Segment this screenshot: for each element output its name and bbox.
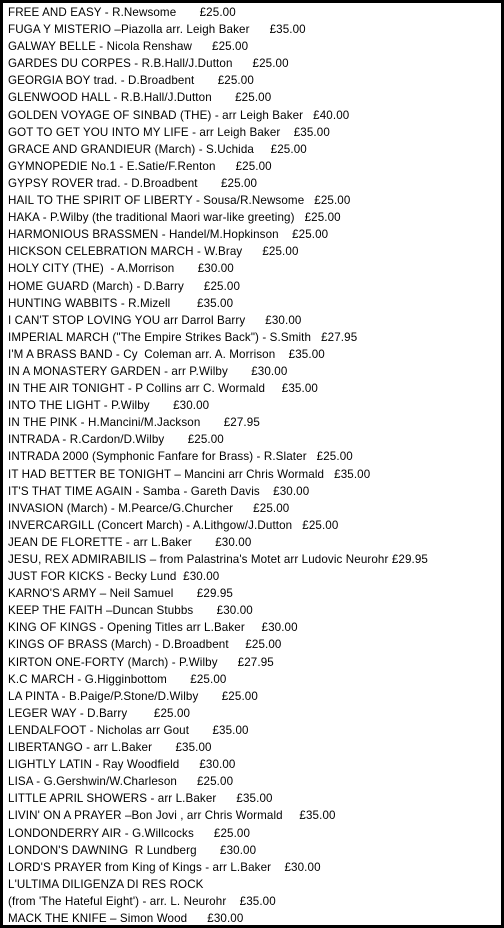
catalogue-entry: HICKSON CELEBRATION MARCH - W.Bray £25.0… (8, 245, 299, 259)
catalogue-entry: INVERCARGILL (Concert March) - A.Lithgow… (8, 518, 339, 532)
catalogue-entry: GLENWOOD HALL - R.B.Hall/J.Dutton £25.00 (8, 91, 272, 105)
catalogue-entry: L'ULTIMA DILIGENZA DI RES ROCK (8, 877, 204, 891)
catalogue-entry: HOLY CITY (THE) - A.Morrison £30.00 (8, 262, 234, 276)
catalogue-entry: LITTLE APRIL SHOWERS - arr L.Baker £35.0… (8, 792, 273, 806)
catalogue-entry: INTRADA - R.Cardon/D.Wilby £25.00 (8, 433, 224, 447)
catalogue-entry: HARMONIOUS BRASSMEN - Handel/M.Hopkinson… (8, 228, 329, 242)
catalogue-entry: INVASION (March) - M.Pearce/G.Churcher £… (8, 501, 290, 515)
catalogue-entry: INTO THE LIGHT - P.Wilby £30.00 (8, 399, 210, 413)
catalogue-entry: LONDONDERRY AIR - G.Willcocks £25.00 (8, 826, 251, 840)
catalogue-entry: JESU, REX ADMIRABILIS – from Palastrina'… (8, 553, 428, 566)
catalogue-entry: LONDON'S DAWNING R Lundberg £30.00 (8, 843, 257, 857)
catalogue-entry: LORD'S PRAYER from King of Kings - arr L… (8, 860, 321, 874)
catalogue-entry: JUST FOR KICKS - Becky Lund £30.00 (8, 570, 220, 584)
catalogue-entry: LIGHTLY LATIN - Ray Woodfield £30.00 (8, 758, 236, 772)
catalogue-entry: LIVIN' ON A PRAYER –Bon Jovi , arr Chris… (8, 809, 336, 823)
catalogue-entry: GEORGIA BOY trad. - D.Broadbent £25.00 (8, 74, 254, 88)
catalogue-entry: IMPERIAL MARCH ("The Empire Strikes Back… (8, 330, 358, 344)
catalogue-entry: HAKA - P.Wilby (the traditional Maori wa… (8, 211, 341, 225)
catalogue-entry: KINGS OF BRASS (March) - D.Broadbent £25… (8, 638, 282, 652)
catalogue-entry: IN THE AIR TONIGHT - P Collins arr C. Wo… (8, 382, 318, 396)
catalogue-entry: I CAN'T STOP LOVING YOU arr Darrol Barry… (8, 313, 302, 327)
catalogue-entry: KARNO'S ARMY – Neil Samuel £29.95 (8, 587, 233, 601)
catalogue-entry: INTRADA 2000 (Symphonic Fanfare for Bras… (8, 450, 353, 464)
catalogue-entry: MACK THE KNIFE – Simon Wood £30.00 (8, 911, 244, 925)
catalogue-entry: IT HAD BETTER BE TONIGHT – Mancini arr C… (8, 467, 371, 481)
catalogue-entry: GOT TO GET YOU INTO MY LIFE - arr Leigh … (8, 125, 330, 139)
catalogue-entry: IT'S THAT TIME AGAIN - Samba - Gareth Da… (8, 484, 310, 498)
catalogue-entry: HOME GUARD (March) - D.Barry £25.00 (8, 279, 241, 293)
catalogue-entry: KEEP THE FAITH –Duncan Stubbs £30.00 (8, 604, 253, 618)
catalogue-entry: FUGA Y MISTERIO –Piazolla arr. Leigh Bak… (8, 23, 306, 37)
catalogue-entry: GYMNOPEDIE No.1 - E.Satie/F.Renton £25.0… (8, 159, 272, 173)
catalogue-entry: KING OF KINGS - Opening Titles arr L.Bak… (8, 621, 298, 635)
catalogue-entry: HUNTING WABBITS - R.Mizell £35.00 (8, 296, 234, 310)
price-list-page: FREE AND EASY - R.Newsome £25.00 FUGA Y M… (0, 0, 504, 928)
catalogue-entry: HAIL TO THE SPIRIT OF LIBERTY - Sousa/R.… (8, 194, 351, 208)
catalogue-entry: FREE AND EASY - R.Newsome £25.00 (8, 6, 236, 19)
catalogue-entry-list: FREE AND EASY - R.Newsome £25.00 FUGA Y M… (3, 3, 501, 925)
catalogue-entry: KIRTON ONE-FORTY (March) - P.Wilby £27.9… (8, 655, 274, 669)
catalogue-entry: IN A MONASTERY GARDEN - arr P.Wilby £30.… (8, 364, 288, 378)
catalogue-entry: GYPSY ROVER trad. - D.Broadbent £25.00 (8, 176, 258, 190)
catalogue-entry: LISA - G.Gershwin/W.Charleson £25.00 (8, 775, 234, 789)
catalogue-entry: I'M A BRASS BAND - Cy Coleman arr. A. Mo… (8, 347, 325, 361)
catalogue-entry: GALWAY BELLE - Nicola Renshaw £25.00 (8, 40, 249, 54)
catalogue-entry: LENDALFOOT - Nicholas arr Gout £35.00 (8, 723, 249, 737)
catalogue-entry: LEGER WAY - D.Barry £25.00 (8, 706, 191, 720)
catalogue-entry: (from 'The Hateful Eight') - arr. L. Neu… (8, 894, 276, 908)
catalogue-entry: LIBERTANGO - arr L.Baker £35.00 (8, 741, 212, 755)
catalogue-entry: K.C MARCH - G.Higginbottom £25.00 (8, 672, 227, 686)
catalogue-entry: GOLDEN VOYAGE OF SINBAD (THE) - arr Leig… (8, 108, 350, 122)
catalogue-entry: GARDES DU CORPES - R.B.Hall/J.Dutton £25… (8, 57, 289, 71)
catalogue-entry: IN THE PINK - H.Mancini/M.Jackson £27.95 (8, 416, 260, 430)
catalogue-entry: GRACE AND GRANDIEUR (March) - S.Uchida £… (8, 142, 307, 156)
catalogue-entry: JEAN DE FLORETTE - arr L.Baker £30.00 (8, 535, 252, 549)
catalogue-entry: LA PINTA - B.Paige/P.Stone/D.Wilby £25.0… (8, 689, 258, 703)
